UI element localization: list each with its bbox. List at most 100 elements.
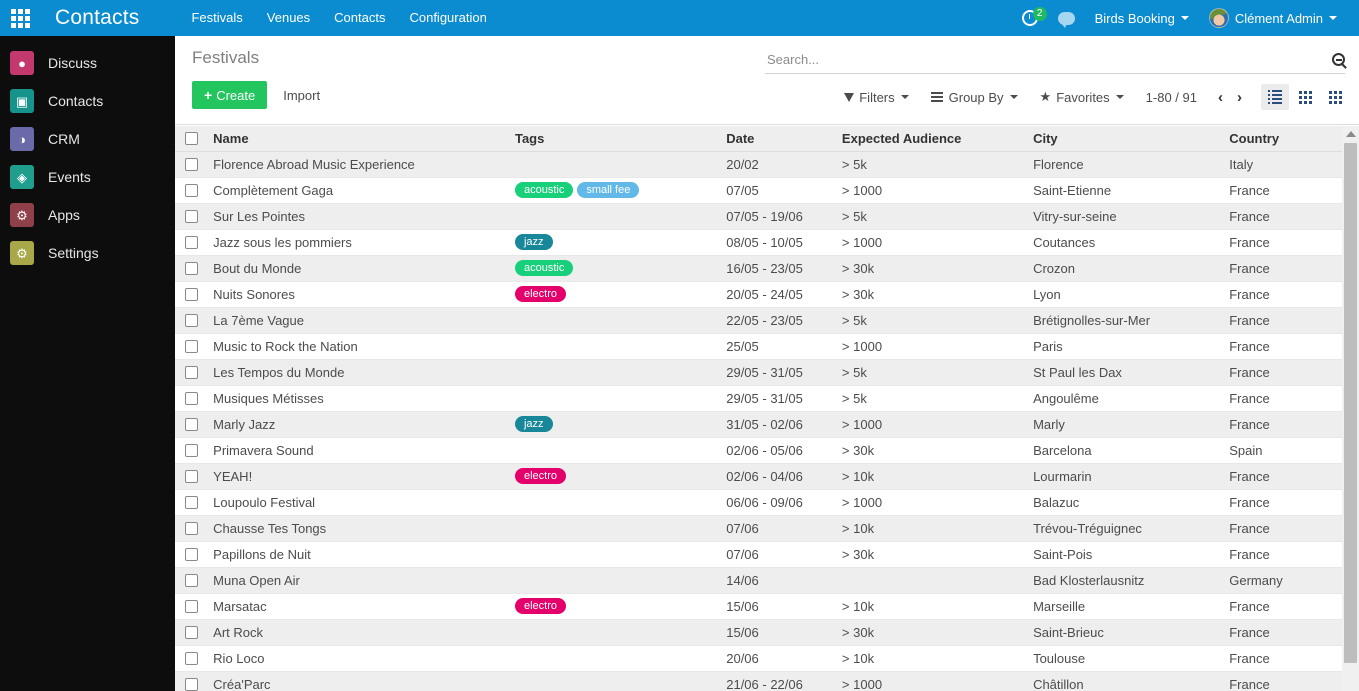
row-checkbox[interactable] [185, 157, 198, 171]
cell-country: France [1221, 359, 1342, 386]
cell-country: France [1221, 255, 1342, 282]
scroll-up-icon[interactable] [1345, 131, 1356, 137]
row-select-cell [175, 203, 206, 230]
table-row[interactable]: La 7ème Vague 22/05 - 23/05 > 5k Brétignoll… [175, 307, 1342, 334]
row-checkbox[interactable] [185, 235, 198, 249]
sidebar-item-settings[interactable]: ⚙ Settings [0, 234, 175, 272]
cell-name: Créa'Parc [205, 671, 507, 691]
row-checkbox[interactable] [185, 391, 198, 405]
column-header-name[interactable]: Name [205, 126, 507, 152]
sidebar-item-crm[interactable]: ◑ CRM [0, 120, 175, 158]
activity-menu-button[interactable]: 2 [1012, 0, 1048, 36]
row-checkbox[interactable] [185, 547, 198, 561]
row-checkbox[interactable] [185, 469, 198, 483]
column-header-city[interactable]: City [1025, 126, 1222, 152]
cell-date: 21/06 - 22/06 [718, 671, 834, 691]
table-row[interactable]: YEAH! electro 02/06 - 04/06 > 10k Lourmarin F… [175, 463, 1342, 490]
vertical-scrollbar[interactable] [1342, 126, 1359, 691]
sidebar-item-events[interactable]: ◈ Events [0, 158, 175, 196]
table-row[interactable]: Chausse Tes Tongs 07/06 > 10k Trévou-Trégui… [175, 515, 1342, 542]
row-checkbox[interactable] [185, 495, 198, 509]
row-checkbox[interactable] [185, 287, 198, 301]
sidebar-item-discuss[interactable]: ● Discuss [0, 44, 175, 82]
table-row[interactable]: Muna Open Air 14/06 Bad Klosterlausnitz Ger… [175, 567, 1342, 594]
row-checkbox[interactable] [185, 313, 198, 327]
column-header-country[interactable]: Country [1221, 126, 1342, 152]
row-checkbox[interactable] [185, 339, 198, 353]
table-row[interactable]: Sur Les Pointes 07/05 - 19/06 > 5k Vitry-su… [175, 203, 1342, 230]
menu-item-festivals[interactable]: Festivals [179, 0, 254, 36]
cell-date: 02/06 - 05/06 [718, 437, 834, 464]
row-checkbox[interactable] [185, 521, 198, 535]
row-select-cell [175, 515, 206, 542]
column-header-date[interactable]: Date [718, 126, 834, 152]
menu-item-contacts[interactable]: Contacts [322, 0, 397, 36]
cell-expected-audience: > 1000 [833, 229, 1026, 256]
company-switcher[interactable]: Birds Booking [1085, 0, 1199, 36]
previous-page-button[interactable]: ‹ [1211, 90, 1230, 105]
row-checkbox[interactable] [185, 443, 198, 457]
cell-tags [506, 203, 719, 230]
cell-name: Musiques Métisses [205, 385, 507, 412]
sidebar-item-contacts[interactable]: ▣ Contacts [0, 82, 175, 120]
table-row[interactable]: Rio Loco 20/06 > 10k Toulouse France [175, 645, 1342, 672]
cell-date: 14/06 [718, 567, 834, 594]
table-row[interactable]: Musiques Métisses 29/05 - 31/05 > 5k Angoul… [175, 385, 1342, 412]
table-row[interactable]: Nuits Sonores electro 20/05 - 24/05 > 30k Ly… [175, 281, 1342, 308]
import-link[interactable]: Import [283, 88, 320, 103]
table-row[interactable]: Primavera Sound 02/06 - 05/06 > 30k Barcelo… [175, 437, 1342, 464]
group-by-dropdown[interactable]: Group By [930, 90, 1018, 105]
select-all-checkbox[interactable] [185, 131, 198, 145]
filters-dropdown[interactable]: Filters [844, 90, 909, 105]
row-checkbox[interactable] [185, 625, 198, 639]
row-checkbox[interactable] [185, 261, 198, 275]
apps-grid-icon[interactable] [0, 0, 40, 36]
kanban-view-button[interactable] [1291, 84, 1319, 110]
next-page-button[interactable]: › [1230, 90, 1249, 105]
create-button[interactable]: + Create [192, 81, 268, 109]
cell-expected-audience: > 5k [833, 203, 1026, 230]
column-header-expected-audience[interactable]: Expected Audience [833, 126, 1026, 152]
cell-city: Saint-Etienne [1025, 177, 1222, 204]
list-view-button[interactable] [1261, 84, 1289, 110]
row-checkbox[interactable] [185, 365, 198, 379]
row-checkbox[interactable] [185, 183, 198, 197]
grid-view-button[interactable] [1321, 84, 1349, 110]
chevron-down-icon [1009, 95, 1018, 99]
table-row[interactable]: Créa'Parc 21/06 - 22/06 > 1000 Châtillon Fra… [175, 671, 1342, 691]
pager-label[interactable]: 1-80 / 91 [1146, 90, 1197, 105]
breadcrumb[interactable]: Festivals [192, 48, 259, 68]
row-checkbox[interactable] [185, 573, 198, 587]
row-select-cell [175, 307, 206, 334]
table-row[interactable]: Les Tempos du Monde 29/05 - 31/05 > 5k St P… [175, 359, 1342, 386]
row-checkbox[interactable] [185, 677, 198, 691]
row-checkbox[interactable] [185, 417, 198, 431]
table-row[interactable]: Loupoulo Festival 06/06 - 09/06 > 1000 Bala… [175, 489, 1342, 516]
table-row[interactable]: Marsatac electro 15/06 > 10k Marseille France [175, 593, 1342, 620]
sidebar-item-apps[interactable]: ⚙ Apps [0, 196, 175, 234]
search-input[interactable] [765, 51, 1332, 70]
column-header-tags[interactable]: Tags [506, 126, 719, 152]
cell-tags [506, 437, 719, 464]
table-row[interactable]: Complètement Gaga acoustic small fee 07/05 >… [175, 177, 1342, 204]
contacts-icon: ▣ [10, 89, 34, 113]
scrollbar-thumb[interactable] [1344, 143, 1357, 663]
row-checkbox[interactable] [185, 599, 198, 613]
table-row[interactable]: Music to Rock the Nation 25/05 > 1000 Paris… [175, 333, 1342, 360]
table-row[interactable]: Jazz sous les pommiers jazz 08/05 - 10/05 >… [175, 229, 1342, 256]
menu-item-configuration[interactable]: Configuration [397, 0, 498, 36]
table-row[interactable]: Papillons de Nuit 07/06 > 30k Saint-Pois Fra… [175, 541, 1342, 568]
row-checkbox[interactable] [185, 209, 198, 223]
table-row[interactable]: Bout du Monde acoustic 16/05 - 23/05 > 30k C… [175, 255, 1342, 282]
menu-item-venues[interactable]: Venues [255, 0, 322, 36]
cell-tags: jazz [506, 229, 719, 256]
row-checkbox[interactable] [185, 651, 198, 665]
search-icon[interactable] [1332, 52, 1345, 66]
table-row[interactable]: Marly Jazz jazz 31/05 - 02/06 > 1000 Marly Fr… [175, 411, 1342, 438]
table-row[interactable]: Art Rock 15/06 > 30k Saint-Brieuc France [175, 619, 1342, 646]
table-row[interactable]: Florence Abroad Music Experience 20/02 > 5… [175, 151, 1342, 178]
messages-menu-button[interactable] [1048, 0, 1085, 36]
discuss-icon: ● [10, 51, 34, 75]
user-menu-button[interactable]: Clément Admin [1199, 0, 1347, 36]
favorites-dropdown[interactable]: ★ Favorites [1040, 89, 1124, 105]
